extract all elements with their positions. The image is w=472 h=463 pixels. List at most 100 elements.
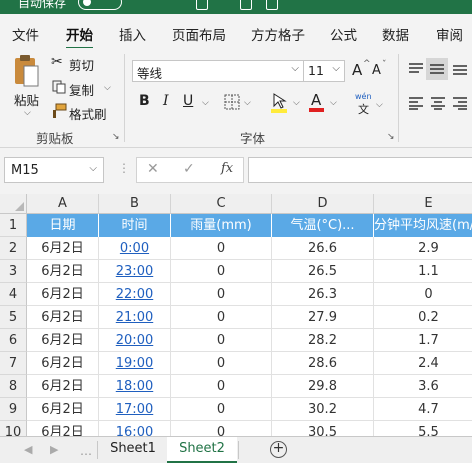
sheet-tab-sheet1[interactable]: Sheet1 <box>100 437 166 463</box>
row-header[interactable]: 7 <box>0 352 27 375</box>
table-cell[interactable]: 6月2日 <box>27 306 99 329</box>
undo-icon[interactable] <box>240 0 252 10</box>
table-cell[interactable]: 6月2日 <box>27 329 99 352</box>
save-icon[interactable] <box>196 0 208 10</box>
time-link[interactable]: 22:00 <box>116 287 153 302</box>
row-header[interactable]: 6 <box>0 329 27 352</box>
table-cell[interactable]: 0 <box>171 375 272 398</box>
table-cell[interactable]: 1.7 <box>374 329 472 352</box>
tab-page-layout[interactable]: 页面布局 <box>172 24 226 44</box>
table-cell[interactable]: 6月2日 <box>27 283 99 306</box>
font-size-select[interactable]: 11 ⌵ <box>303 60 345 82</box>
table-cell[interactable]: 0 <box>171 260 272 283</box>
table-cell[interactable]: 4.7 <box>374 398 472 421</box>
row-header[interactable]: 4 <box>0 283 27 306</box>
time-link[interactable]: 19:00 <box>116 356 153 371</box>
table-cell[interactable]: 0 <box>171 352 272 375</box>
table-cell[interactable]: 6月2日 <box>27 375 99 398</box>
table-cell[interactable]: 27.9 <box>272 306 374 329</box>
header-cell[interactable]: 时间 <box>99 214 171 237</box>
sheet-tab-sheet2[interactable]: Sheet2 <box>167 437 237 463</box>
table-cell[interactable]: 0 <box>374 283 472 306</box>
table-cell[interactable]: 22:00 <box>99 283 171 306</box>
paste-button[interactable]: 粘贴 <box>14 90 39 109</box>
tab-file[interactable]: 文件 <box>12 24 39 44</box>
table-cell[interactable]: 0 <box>171 421 272 436</box>
italic-button[interactable]: I <box>163 93 169 109</box>
header-cell[interactable]: 气温(°C)... <box>272 214 374 237</box>
cut-button[interactable]: 剪切 <box>69 55 94 74</box>
select-all-corner[interactable] <box>0 194 27 214</box>
table-cell[interactable]: 30.2 <box>272 398 374 421</box>
clipboard-launcher-icon[interactable]: ↘ <box>112 132 120 142</box>
paste-dropdown-icon[interactable]: ⌵ <box>24 108 31 118</box>
copy-dropdown-icon[interactable]: ⌵ <box>104 83 111 93</box>
header-cell[interactable]: 雨量(mm) <box>171 214 272 237</box>
increase-font-icon[interactable]: A <box>352 61 362 79</box>
table-cell[interactable]: 0 <box>171 283 272 306</box>
font-name-select[interactable]: 等线 ⌵ <box>132 60 304 82</box>
table-cell[interactable]: 6月2日 <box>27 398 99 421</box>
phonetic-dropdown-icon[interactable]: ⌵ <box>376 100 383 110</box>
tab-insert[interactable]: 插入 <box>119 24 146 44</box>
paste-icon[interactable] <box>12 54 40 88</box>
table-cell[interactable]: 20:00 <box>99 329 171 352</box>
tab-home[interactable]: 开始 <box>66 24 93 50</box>
table-cell[interactable]: 2.9 <box>374 237 472 260</box>
cancel-icon[interactable]: ✕ <box>147 161 159 177</box>
sheet-prev-icon[interactable]: ◀ <box>24 443 32 456</box>
font-color-icon[interactable]: A <box>311 91 321 109</box>
enter-icon[interactable]: ✓ <box>183 161 195 177</box>
table-cell[interactable]: 19:00 <box>99 352 171 375</box>
border-dropdown-icon[interactable]: ⌵ <box>244 98 251 108</box>
decrease-font-icon[interactable]: A <box>372 63 381 78</box>
table-cell[interactable]: 26.3 <box>272 283 374 306</box>
sheet-next-icon[interactable]: ▶ <box>50 443 58 456</box>
table-cell[interactable]: 0.2 <box>374 306 472 329</box>
underline-dropdown-icon[interactable]: ⌵ <box>202 98 209 108</box>
table-cell[interactable]: 28.2 <box>272 329 374 352</box>
column-header-e[interactable]: E <box>374 194 472 214</box>
autosave-toggle[interactable] <box>78 0 122 10</box>
table-cell[interactable]: 26.5 <box>272 260 374 283</box>
fill-color-dropdown-icon[interactable]: ⌵ <box>293 98 300 108</box>
format-painter-button[interactable]: 格式刷 <box>69 104 107 123</box>
insert-function-icon[interactable]: fx <box>221 161 233 176</box>
column-header-b[interactable]: B <box>99 194 171 214</box>
column-header-d[interactable]: D <box>272 194 374 214</box>
table-cell[interactable]: 6月2日 <box>27 260 99 283</box>
formula-input[interactable] <box>248 157 472 183</box>
phonetic-guide-top[interactable]: wén <box>355 92 372 101</box>
table-cell[interactable]: 0 <box>171 237 272 260</box>
table-cell[interactable]: 0 <box>171 329 272 352</box>
phonetic-guide-bottom[interactable]: 文 <box>358 101 369 117</box>
fill-color-icon[interactable] <box>270 90 290 114</box>
align-bottom-icon[interactable] <box>452 62 468 76</box>
row-header[interactable]: 9 <box>0 398 27 421</box>
table-cell[interactable]: 0:00 <box>99 237 171 260</box>
table-cell[interactable]: 28.6 <box>272 352 374 375</box>
copy-icon[interactable] <box>52 80 66 94</box>
table-cell[interactable]: 5.5 <box>374 421 472 436</box>
copy-button[interactable]: 复制 <box>69 80 94 99</box>
border-icon[interactable] <box>224 94 240 110</box>
row-header[interactable]: 3 <box>0 260 27 283</box>
tab-fangfang[interactable]: 方方格子 <box>251 24 305 44</box>
bold-button[interactable]: B <box>139 93 150 109</box>
tab-data[interactable]: 数据 <box>382 24 409 44</box>
align-right-icon[interactable] <box>452 96 468 110</box>
name-box[interactable]: M15 ⌵ <box>4 157 104 183</box>
align-middle-button[interactable] <box>426 58 448 80</box>
table-cell[interactable]: 1.1 <box>374 260 472 283</box>
table-cell[interactable]: 6月2日 <box>27 237 99 260</box>
row-header[interactable]: 5 <box>0 306 27 329</box>
header-cell[interactable]: 日期 <box>27 214 99 237</box>
tab-review[interactable]: 审阅 <box>436 24 463 44</box>
time-link[interactable]: 20:00 <box>116 333 153 348</box>
redo-icon[interactable] <box>266 0 278 10</box>
header-cell[interactable]: 分钟平均风速(m/s) <box>374 214 472 237</box>
underline-button[interactable]: U <box>183 93 193 109</box>
tab-formulas[interactable]: 公式 <box>330 24 357 44</box>
table-cell[interactable]: 30.5 <box>272 421 374 436</box>
table-cell[interactable]: 21:00 <box>99 306 171 329</box>
